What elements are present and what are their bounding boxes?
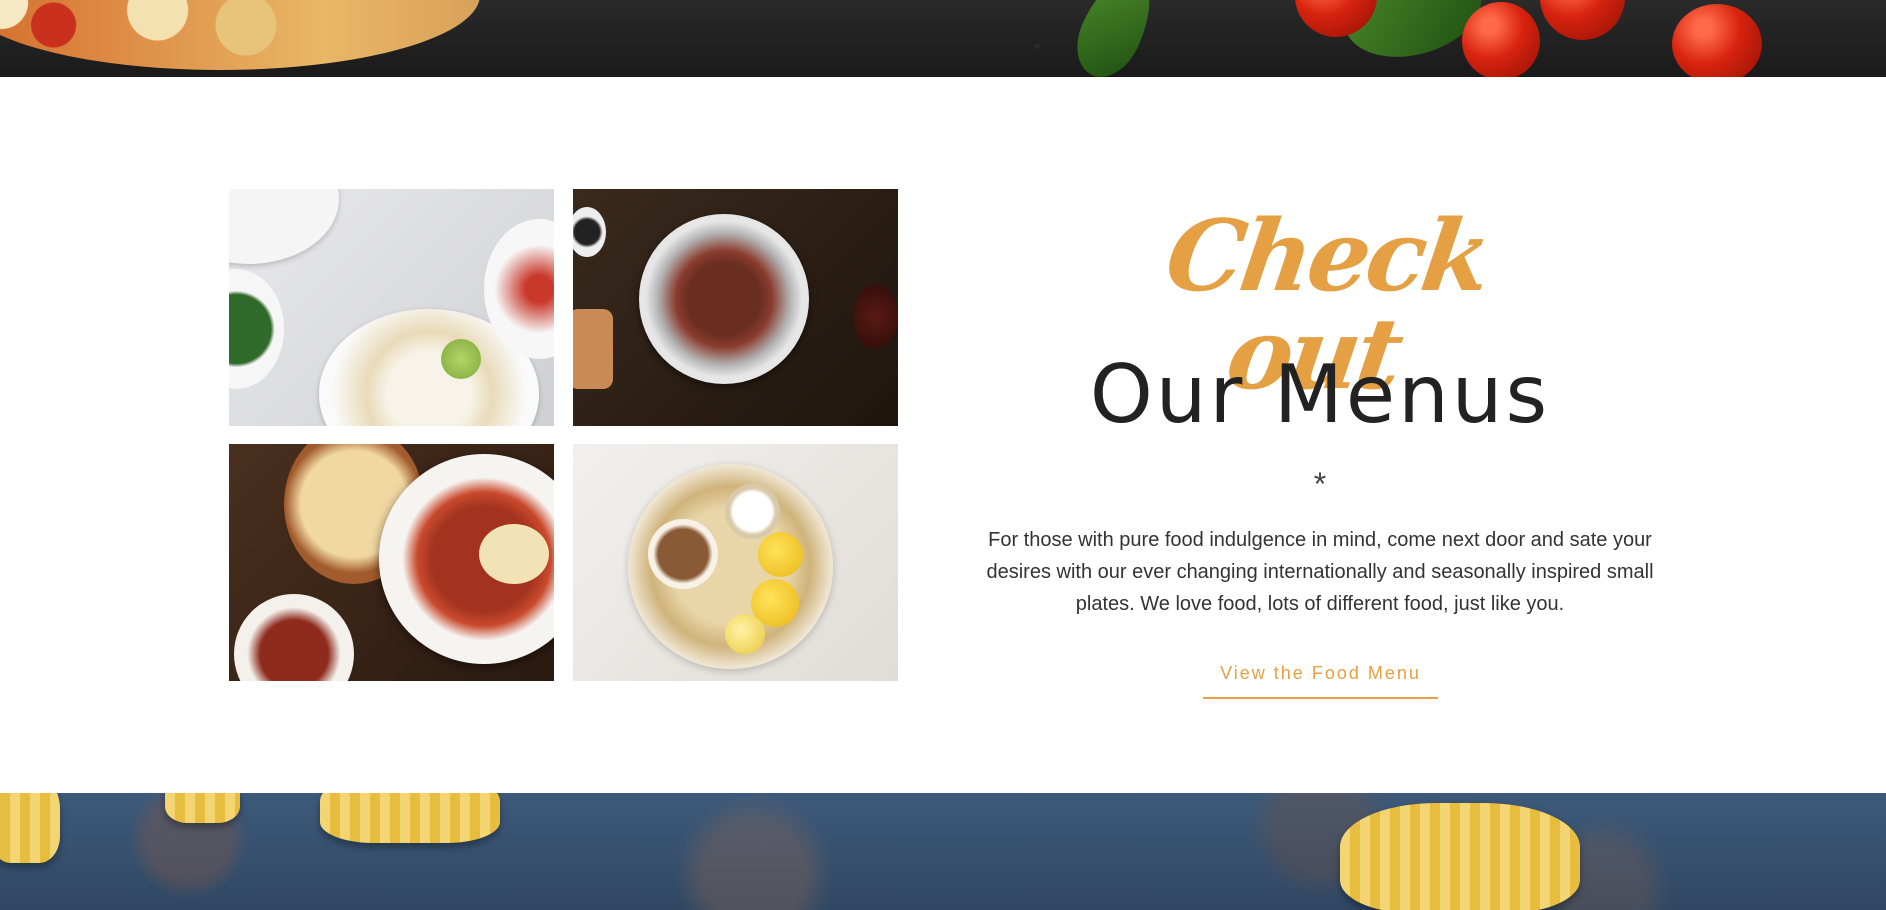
food-photo-salad — [229, 189, 554, 426]
section-description: For those with pure food indulgence in m… — [986, 529, 1654, 615]
tomato-image — [1462, 2, 1540, 77]
pasta-image — [0, 793, 60, 863]
pasta-image — [165, 793, 240, 823]
top-banner-image — [0, 0, 1886, 77]
view-food-menu-link[interactable]: View the Food Menu — [1203, 659, 1438, 699]
bottom-banner-image — [0, 793, 1886, 910]
section-heading: Our Menus — [1089, 348, 1551, 441]
tomato-image — [1672, 4, 1762, 77]
tomato-image — [1540, 0, 1625, 40]
food-photo-dessert — [573, 444, 898, 681]
pasta-image — [1340, 803, 1580, 910]
food-photo-beef-bowl — [573, 189, 898, 426]
pizza-image — [0, 0, 480, 70]
divider-asterisk: * — [1313, 466, 1327, 502]
pasta-image — [320, 793, 500, 843]
food-photo-chili — [229, 444, 554, 681]
basil-leaf-image — [1064, 0, 1166, 77]
